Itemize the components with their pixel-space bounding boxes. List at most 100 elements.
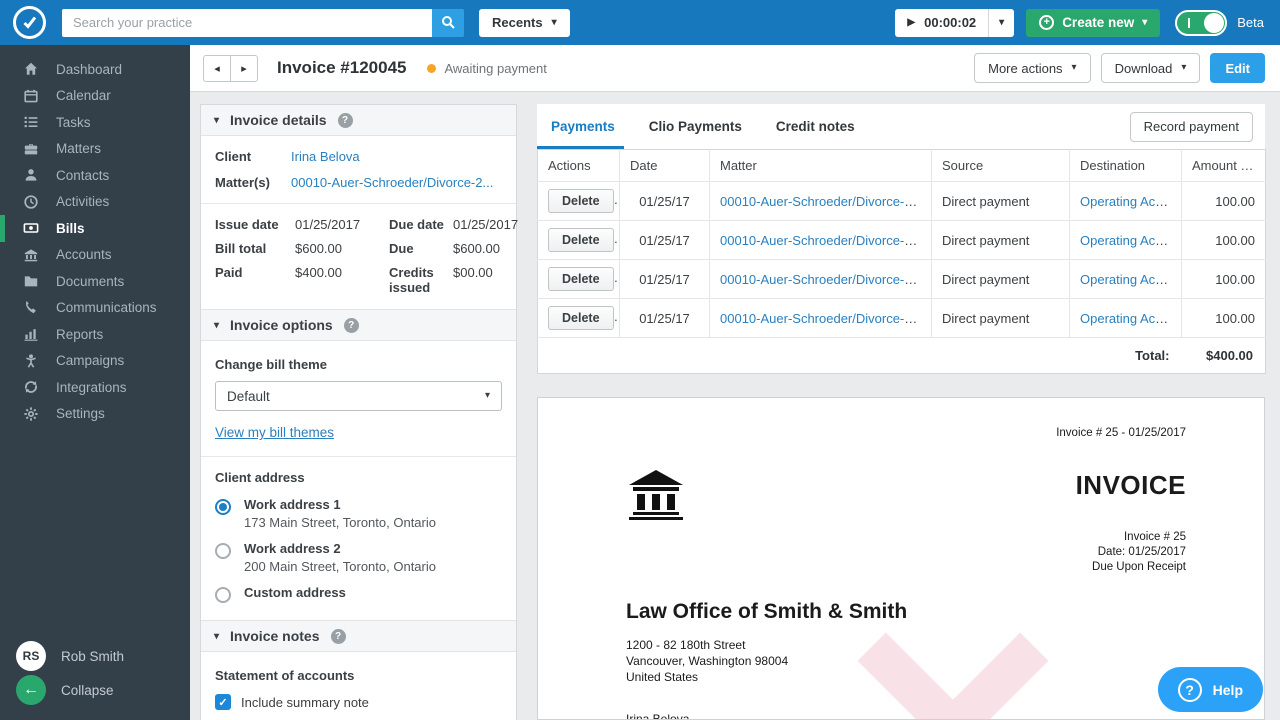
sidebar-item-label: Tasks bbox=[56, 114, 91, 130]
sidebar-item-accounts[interactable]: Accounts bbox=[0, 242, 190, 269]
sidebar-item-integrations[interactable]: Integrations bbox=[0, 374, 190, 401]
sidebar-item-communications[interactable]: Communications bbox=[0, 295, 190, 322]
field-label: Credits issued bbox=[389, 265, 434, 295]
sidebar-item-bills[interactable]: Bills bbox=[0, 215, 190, 242]
edit-button[interactable]: Edit bbox=[1210, 53, 1265, 83]
radio-selected-icon[interactable] bbox=[215, 499, 231, 515]
sidebar-item-label: Bills bbox=[56, 220, 85, 236]
payments-column: Payments Clio Payments Credit notes Reco… bbox=[537, 104, 1266, 720]
record-payment-button[interactable]: Record payment bbox=[1129, 111, 1253, 142]
help-badge-icon[interactable]: ? bbox=[330, 628, 346, 644]
section-title: Invoice details bbox=[230, 112, 327, 128]
sidebar-item-reports[interactable]: Reports bbox=[0, 321, 190, 348]
sidebar-item-documents[interactable]: Documents bbox=[0, 268, 190, 295]
bill-theme-label: Change bill theme bbox=[215, 357, 327, 372]
address-option-work1[interactable]: Work address 1 173 Main Street, Toronto,… bbox=[215, 497, 502, 530]
tab-clio-payments[interactable]: Clio Payments bbox=[649, 104, 742, 149]
tab-payments[interactable]: Payments bbox=[537, 104, 624, 149]
timer-button[interactable]: ▶ 00:00:02 ▾ bbox=[895, 8, 1015, 37]
address-label: Work address 1 bbox=[244, 497, 341, 512]
view-bill-themes-link[interactable]: View my bill themes bbox=[215, 425, 334, 440]
question-icon: ? bbox=[1177, 677, 1202, 702]
next-invoice-button[interactable]: ▸ bbox=[230, 54, 258, 82]
search-input[interactable] bbox=[62, 8, 432, 37]
field-value: $600.00 bbox=[295, 241, 342, 256]
client-link[interactable]: Irina Belova bbox=[291, 149, 360, 164]
previous-invoice-button[interactable]: ◂ bbox=[203, 54, 231, 82]
help-badge-icon[interactable]: ? bbox=[337, 112, 353, 128]
address-option-custom[interactable]: Custom address bbox=[215, 585, 502, 603]
matter-link[interactable]: 00010-Auer-Schroeder/Divorce-2... bbox=[291, 175, 493, 190]
payment-destination-link[interactable]: Operating Account 01 bbox=[1080, 233, 1181, 248]
sidebar-item-campaigns[interactable]: Campaigns bbox=[0, 348, 190, 375]
payment-row: Delete 01/25/17 00010-Auer-Schroeder/Div… bbox=[537, 259, 1266, 299]
payment-matter-link[interactable]: 00010-Auer-Schroeder/Divorce-2... bbox=[720, 272, 922, 287]
address-option-work2[interactable]: Work address 2 200 Main Street, Toronto,… bbox=[215, 541, 502, 574]
home-icon bbox=[23, 61, 39, 77]
radio-icon[interactable] bbox=[215, 543, 231, 559]
more-actions-button[interactable]: More actions ▾ bbox=[974, 53, 1091, 83]
collapse-sidebar-button[interactable]: ← Collapse bbox=[16, 673, 190, 707]
sidebar-item-label: Campaigns bbox=[56, 353, 125, 369]
payment-amount: 100.00 bbox=[1181, 220, 1266, 260]
help-button[interactable]: ? Help bbox=[1157, 667, 1263, 712]
sidebar-item-matters[interactable]: Matters bbox=[0, 136, 190, 163]
invoice-settings-panel: ▾ Invoice details ? Client Irina Belova … bbox=[200, 104, 518, 720]
payment-matter-link[interactable]: 00010-Auer-Schroeder/Divorce-2... bbox=[720, 311, 922, 326]
person-icon bbox=[23, 167, 39, 183]
bill-theme-value: Default bbox=[227, 388, 270, 404]
sync-icon bbox=[23, 379, 39, 395]
sidebar-nav: Dashboard Calendar Tasks Matters Contact… bbox=[0, 45, 190, 427]
recents-dropdown[interactable]: Recents ▾ bbox=[479, 8, 570, 37]
play-icon: ▶ bbox=[907, 17, 916, 28]
chevron-down-icon: ▾ bbox=[1071, 62, 1077, 73]
user-menu[interactable]: RS Rob Smith bbox=[16, 639, 190, 673]
field-value: 01/25/2017 bbox=[295, 217, 361, 232]
invoice-options-section-header[interactable]: ▾ Invoice options ? bbox=[201, 309, 516, 341]
include-summary-note-checkbox-row[interactable]: ✓ Include summary note bbox=[215, 694, 502, 710]
preview-meta-line: Due Upon Receipt bbox=[1092, 560, 1186, 573]
field-value: $600.00 bbox=[453, 241, 500, 256]
sidebar-item-activities[interactable]: Activities bbox=[0, 189, 190, 216]
beta-toggle[interactable] bbox=[1175, 9, 1228, 36]
create-new-button[interactable]: + Create new ▾ bbox=[1026, 8, 1161, 37]
search-button[interactable] bbox=[432, 8, 464, 37]
sidebar-item-tasks[interactable]: Tasks bbox=[0, 109, 190, 136]
radio-icon[interactable] bbox=[215, 587, 231, 603]
invoice-details-section-header[interactable]: ▾ Invoice details ? bbox=[201, 105, 516, 136]
clio-logo-icon[interactable] bbox=[13, 6, 46, 39]
payment-destination-link[interactable]: Operating Account 01 bbox=[1080, 272, 1181, 287]
tab-credit-notes[interactable]: Credit notes bbox=[776, 104, 855, 149]
delete-payment-button[interactable]: Delete bbox=[548, 267, 614, 291]
checkbox-checked-icon[interactable]: ✓ bbox=[215, 694, 231, 710]
timer-main[interactable]: ▶ 00:00:02 bbox=[895, 15, 988, 30]
task-list-icon bbox=[23, 114, 39, 130]
delete-payment-button[interactable]: Delete bbox=[548, 306, 614, 330]
delete-payment-button[interactable]: Delete bbox=[548, 228, 614, 252]
invoice-notes-section-header[interactable]: ▾ Invoice notes ? bbox=[201, 620, 516, 652]
payment-matter-link[interactable]: 00010-Auer-Schroeder/Divorce-2... bbox=[720, 233, 922, 248]
timer-dropdown[interactable]: ▾ bbox=[988, 8, 1014, 37]
address-detail: 173 Main Street, Toronto, Ontario bbox=[244, 515, 436, 530]
download-label: Download bbox=[1114, 60, 1173, 76]
payment-destination-link[interactable]: Operating Account 01 bbox=[1080, 311, 1181, 326]
column-header-source: Source bbox=[931, 149, 1070, 182]
download-button[interactable]: Download ▾ bbox=[1100, 53, 1201, 83]
sidebar-item-dashboard[interactable]: Dashboard bbox=[0, 56, 190, 83]
divider bbox=[201, 203, 516, 204]
client-row: Client Irina Belova bbox=[215, 149, 502, 164]
payment-destination-link[interactable]: Operating Account 01 bbox=[1080, 194, 1181, 209]
delete-payment-button[interactable]: Delete bbox=[548, 189, 614, 213]
sidebar-item-contacts[interactable]: Contacts bbox=[0, 162, 190, 189]
column-header-destination: Destination bbox=[1069, 149, 1182, 182]
help-badge-icon[interactable]: ? bbox=[343, 317, 359, 333]
bill-theme-select[interactable]: Default ▾ bbox=[215, 381, 502, 411]
sidebar-item-settings[interactable]: Settings bbox=[0, 401, 190, 428]
sidebar-item-calendar[interactable]: Calendar bbox=[0, 83, 190, 110]
preview-meta-line: Date: 01/25/2017 bbox=[1097, 545, 1186, 558]
payment-matter-link[interactable]: 00010-Auer-Schroeder/Divorce-2... bbox=[720, 194, 922, 209]
create-new-label: Create new bbox=[1062, 15, 1135, 30]
payments-table: Actions Date Matter Source Destination A… bbox=[537, 149, 1266, 374]
payments-total-row: Total: $400.00 bbox=[538, 338, 1266, 374]
status-text: Awaiting payment bbox=[444, 60, 547, 76]
